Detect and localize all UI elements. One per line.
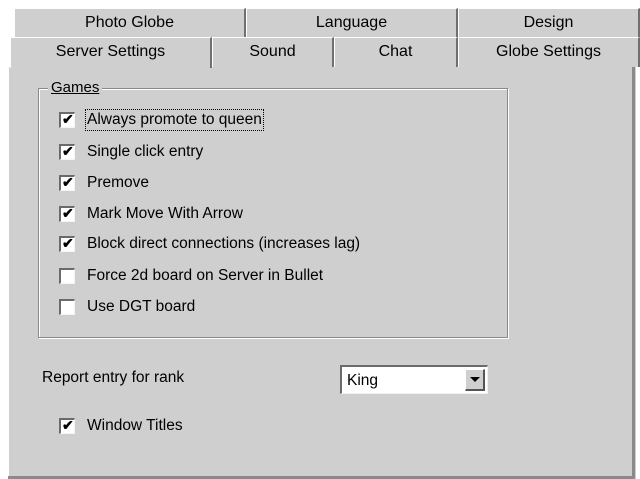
chevron-down-icon bbox=[470, 377, 480, 382]
tab-globe-settings[interactable]: Globe Settings bbox=[458, 37, 640, 67]
option-label: Force 2d board on Server in Bullet bbox=[87, 267, 324, 284]
checkbox[interactable] bbox=[59, 299, 75, 315]
check-icon: ✔ bbox=[62, 174, 74, 190]
check-icon: ✔ bbox=[62, 205, 74, 221]
tab-chat[interactable]: Chat bbox=[334, 37, 458, 67]
option-label: Block direct connections (increases lag) bbox=[87, 235, 361, 252]
option-block-direct-connections[interactable]: ✔ Block direct connections (increases la… bbox=[59, 233, 360, 255]
option-window-titles[interactable]: ✔ Window Titles bbox=[59, 415, 183, 437]
checkbox[interactable]: ✔ bbox=[59, 417, 75, 434]
option-mark-move-arrow[interactable]: ✔ Mark Move With Arrow bbox=[59, 203, 243, 225]
option-label: Window Titles bbox=[87, 417, 183, 434]
option-label: Single click entry bbox=[87, 143, 204, 160]
games-title-accel: G bbox=[51, 79, 63, 96]
checkbox[interactable]: ✔ bbox=[59, 235, 75, 252]
checkbox[interactable]: ✔ bbox=[59, 111, 75, 128]
tab-photo-globe[interactable]: Photo Globe bbox=[14, 8, 246, 38]
option-single-click-entry[interactable]: ✔ Single click entry bbox=[59, 141, 203, 163]
panel-shadow-right bbox=[632, 66, 635, 479]
tab-language[interactable]: Language bbox=[246, 8, 458, 38]
rank-label: Report entry for rank bbox=[42, 369, 185, 386]
check-icon: ✔ bbox=[62, 143, 74, 159]
check-icon: ✔ bbox=[62, 417, 74, 433]
check-icon: ✔ bbox=[62, 235, 74, 251]
tab-sound[interactable]: Sound bbox=[212, 37, 334, 67]
rank-dropdown[interactable]: King bbox=[340, 365, 488, 394]
rank-dropdown-value: King bbox=[347, 372, 379, 389]
checkbox[interactable]: ✔ bbox=[59, 174, 75, 191]
option-premove[interactable]: ✔ Premove bbox=[59, 172, 149, 194]
check-icon: ✔ bbox=[62, 111, 74, 127]
option-label: Mark Move With Arrow bbox=[87, 205, 243, 222]
tab-design[interactable]: Design bbox=[458, 8, 640, 38]
checkbox[interactable]: ✔ bbox=[59, 143, 75, 160]
option-use-dgt-board[interactable]: Use DGT board bbox=[59, 296, 195, 318]
option-label: Always promote to queen bbox=[85, 109, 264, 131]
option-force-2d-board[interactable]: Force 2d board on Server in Bullet bbox=[59, 265, 323, 287]
games-group-title: Games bbox=[48, 79, 103, 96]
checkbox[interactable]: ✔ bbox=[59, 205, 75, 222]
tab-server-settings[interactable]: Server Settings bbox=[10, 37, 212, 68]
checkbox[interactable] bbox=[59, 268, 75, 284]
games-title-rest: ames bbox=[62, 79, 100, 96]
dropdown-button[interactable] bbox=[465, 369, 485, 391]
option-always-promote[interactable]: ✔ Always promote to queen bbox=[59, 109, 264, 131]
option-label: Use DGT board bbox=[87, 298, 196, 315]
option-label: Premove bbox=[87, 174, 150, 191]
